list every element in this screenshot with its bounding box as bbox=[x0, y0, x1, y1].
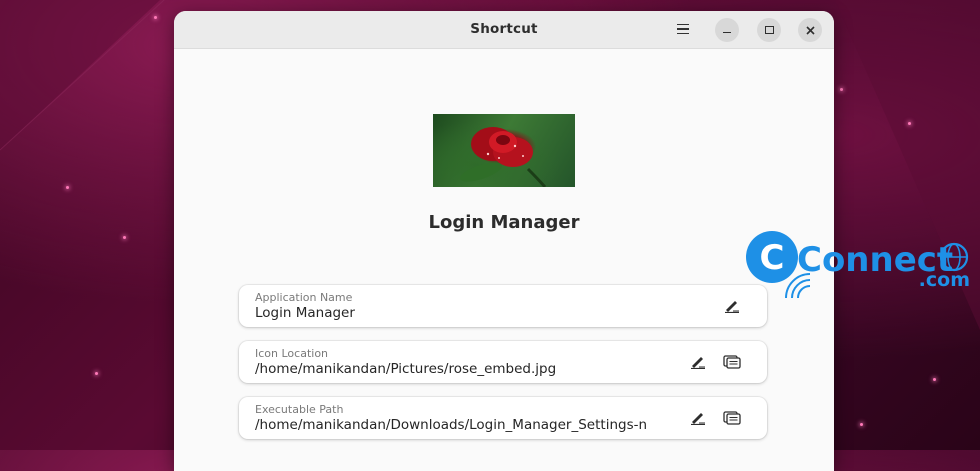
close-button[interactable] bbox=[798, 18, 822, 42]
browse-file-icon[interactable] bbox=[723, 354, 741, 370]
field-value[interactable]: /home/manikandan/Pictures/rose_embed.jpg bbox=[255, 361, 685, 377]
field-label: Application Name bbox=[255, 291, 353, 304]
desktop-star bbox=[154, 16, 157, 19]
edit-pencil-icon[interactable] bbox=[723, 298, 741, 314]
desktop-star bbox=[95, 372, 98, 375]
app-icon-preview bbox=[433, 114, 575, 187]
close-icon bbox=[805, 25, 815, 35]
application-name-field[interactable]: Application Name Login Manager bbox=[239, 285, 767, 327]
svg-text:C: C bbox=[760, 238, 785, 278]
field-value[interactable]: Login Manager bbox=[255, 305, 685, 321]
desktop-star bbox=[908, 122, 911, 125]
icon-location-field[interactable]: Icon Location /home/manikandan/Pictures/… bbox=[239, 341, 767, 383]
titlebar[interactable]: Shortcut bbox=[174, 11, 834, 49]
watermark-suffix: .com bbox=[919, 269, 970, 291]
edit-pencil-icon[interactable] bbox=[689, 410, 707, 426]
desktop-star bbox=[860, 423, 863, 426]
desktop-star bbox=[66, 186, 69, 189]
minimize-icon bbox=[723, 31, 731, 34]
desktop-star bbox=[123, 236, 126, 239]
field-label: Executable Path bbox=[255, 403, 344, 416]
maximize-button[interactable] bbox=[757, 18, 781, 42]
browse-file-icon[interactable] bbox=[723, 410, 741, 426]
field-label: Icon Location bbox=[255, 347, 329, 360]
desktop-star bbox=[840, 88, 843, 91]
maximize-icon bbox=[764, 26, 774, 34]
executable-path-field[interactable]: Executable Path /home/manikandan/Downloa… bbox=[239, 397, 767, 439]
field-value[interactable]: /home/manikandan/Downloads/Login_Manager… bbox=[255, 417, 685, 433]
connect-watermark-logo: C Connect .com bbox=[746, 231, 970, 299]
hamburger-menu-icon[interactable] bbox=[674, 21, 692, 37]
shortcut-window: Shortcut Login Manager Application Name … bbox=[174, 11, 834, 471]
minimize-button[interactable] bbox=[715, 18, 739, 42]
app-name-heading: Login Manager bbox=[428, 212, 580, 233]
desktop-star bbox=[933, 378, 936, 381]
rose-image bbox=[459, 127, 547, 187]
edit-pencil-icon[interactable] bbox=[689, 354, 707, 370]
